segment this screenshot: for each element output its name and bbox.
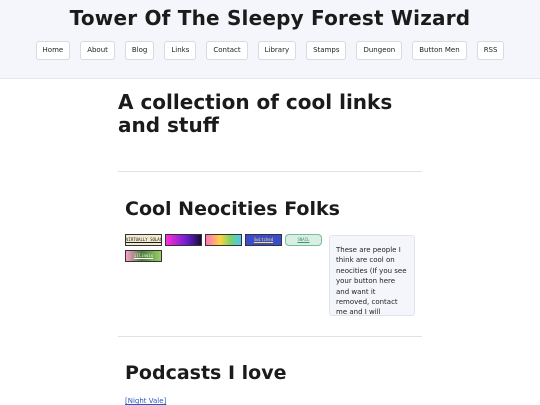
section-divider (118, 336, 422, 337)
neocities-button[interactable]: VIRTUALLY SOLACED (125, 234, 162, 246)
neocities-button[interactable]: Switched (245, 234, 282, 246)
neocities-note: These are people I think are cool on neo… (329, 235, 415, 316)
main-nav: Home About Blog Links Contact Library St… (0, 41, 540, 60)
podcast-link[interactable]: [Night Vale] (125, 397, 166, 405)
nav-rss[interactable]: RSS (476, 41, 505, 60)
nav-button-men[interactable]: Button Men (412, 41, 467, 60)
neocities-button[interactable] (165, 234, 202, 246)
nav-about[interactable]: About (80, 41, 115, 60)
site-header: Tower Of The Sleepy Forest Wizard Home A… (0, 0, 540, 79)
nav-contact[interactable]: Contact (206, 41, 248, 60)
page-heading: A collection of cool links and stuff (118, 90, 393, 137)
neocities-buttons: VIRTUALLY SOLACED Switched SNAIL illinoi… (125, 234, 323, 262)
nav-library[interactable]: Library (257, 41, 297, 60)
site-title: Tower Of The Sleepy Forest Wizard (69, 6, 471, 30)
podcasts-section-title: Podcasts I love (125, 362, 287, 384)
section-divider (118, 171, 422, 172)
neocities-section-title: Cool Neocities Folks (125, 198, 340, 220)
nav-dungeon[interactable]: Dungeon (356, 41, 403, 60)
nav-stamps[interactable]: Stamps (306, 41, 347, 60)
nav-home[interactable]: Home (35, 41, 71, 60)
nav-links[interactable]: Links (164, 41, 197, 60)
nav-blog[interactable]: Blog (124, 41, 155, 60)
neocities-button[interactable] (205, 234, 242, 246)
neocities-button[interactable]: illinois (125, 250, 162, 262)
neocities-button[interactable]: SNAIL (285, 234, 322, 246)
